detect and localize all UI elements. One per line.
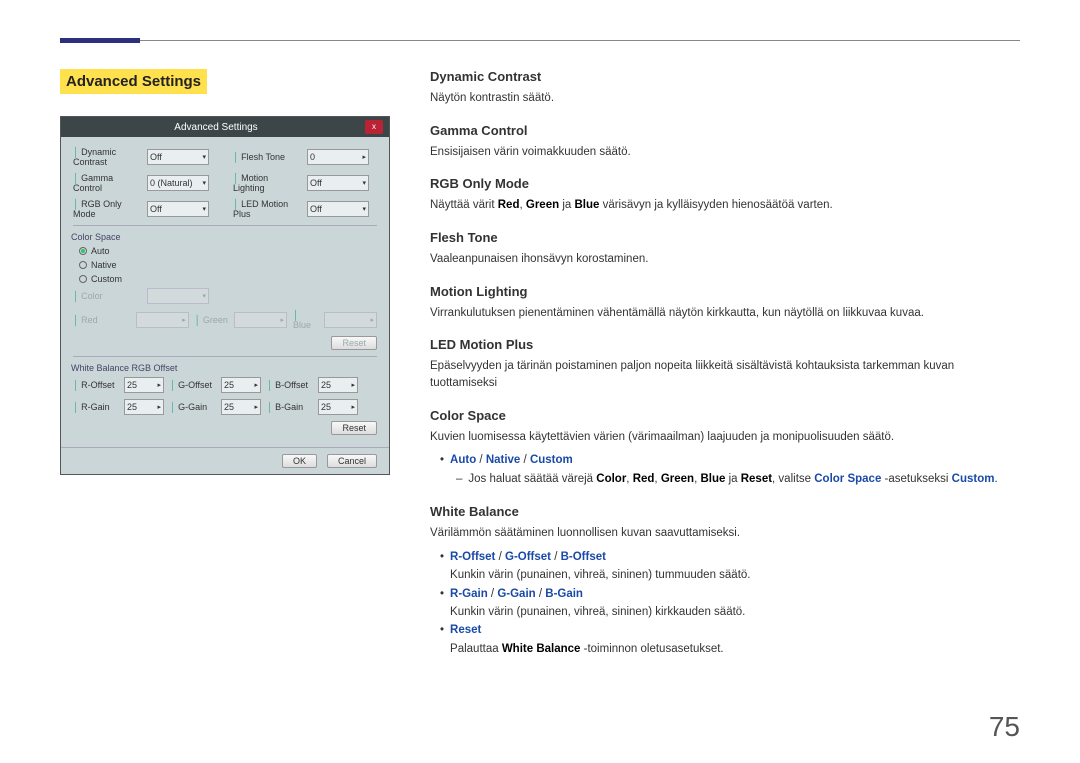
color-space-reset-button: Reset [331,336,377,350]
lbl-r-gain: R-Gain [73,402,118,412]
radio-custom[interactable]: Custom [79,274,377,284]
lbl-rgb-only: RGB Only Mode [73,199,141,219]
d-flesh-tone: Vaaleanpunaisen ihonsävyn korostaminen. [430,251,1020,268]
h-led-motion-plus: LED Motion Plus [430,337,1020,352]
lbl-red: Red [73,315,130,325]
radio-auto[interactable]: Auto [79,246,377,256]
radio-native[interactable]: Native [79,260,377,270]
d-motion-lighting: Virrankulutuksen pienentäminen vähentämä… [430,305,1020,322]
ok-button[interactable]: OK [282,454,317,468]
sel-dynamic-contrast[interactable]: Off▾ [147,149,209,165]
row-wb-gain: R-Gain 25▸ G-Gain 25▸ B-Gain 25▸ [73,399,377,415]
row-dynamic-contrast: Dynamic Contrast Off▾ Flesh Tone 0▸ [73,147,377,167]
chevron-right-icon: ▸ [362,153,366,161]
radio-dot-icon [79,247,87,255]
sel-red: ▸ [136,312,189,328]
d-white-balance: Värilämmön säätäminen luonnollisen kuvan… [430,525,1020,542]
lbl-blue: Blue [293,310,318,330]
lbl-b-gain: B-Gain [267,402,312,412]
sel-g-offset[interactable]: 25▸ [221,377,261,393]
radio-dot-icon [79,261,87,269]
section-label: Advanced Settings [60,69,207,94]
d-gamma-control: Ensisijaisen värin voimakkuuden säätö. [430,144,1020,161]
h-motion-lighting: Motion Lighting [430,284,1020,299]
white-balance-sublist: R-Offset / G-Offset / B-Offset Kunkin vä… [440,548,1020,658]
lbl-led-motion-plus: LED Motion Plus [233,199,301,219]
page-number: 75 [989,711,1020,743]
header-rule [60,38,140,43]
h-color-space: Color Space [430,408,1020,423]
row-wb-offset: R-Offset 25▸ G-Offset 25▸ B-Offset 25▸ [73,377,377,393]
lbl-g-gain: G-Gain [170,402,215,412]
row-rgb-only: RGB Only Mode Off▾ LED Motion Plus Off▾ [73,199,377,219]
sel-r-gain[interactable]: 25▸ [124,399,164,415]
chevron-down-icon: ▾ [362,179,366,187]
row-color-disabled: Color ▾ [73,288,377,304]
lbl-r-offset: R-Offset [73,380,118,390]
chevron-down-icon: ▾ [362,205,366,213]
row-rgb-disabled: Red ▸ Green ▸ Blue ▸ [73,310,377,330]
d-led-motion-plus: Epäselvyyden ja tärinän poistaminen palj… [430,358,1020,391]
h-flesh-tone: Flesh Tone [430,230,1020,245]
lbl-flesh-tone: Flesh Tone [233,152,301,162]
sel-b-gain[interactable]: 25▸ [318,399,358,415]
row-gamma-control: Gamma Control 0 (Natural)▾ Motion Lighti… [73,173,377,193]
chevron-down-icon: ▾ [202,153,206,161]
lbl-green: Green [195,315,228,325]
advanced-settings-dialog: Advanced Settings x Dynamic Contrast Off… [60,116,390,475]
lbl-motion-lighting: Motion Lighting [233,173,301,193]
wb-title: White Balance RGB Offset [71,363,377,373]
sel-r-offset[interactable]: 25▸ [124,377,164,393]
chevron-down-icon: ▾ [202,205,206,213]
lbl-b-offset: B-Offset [267,380,312,390]
sel-b-offset[interactable]: 25▸ [318,377,358,393]
sel-blue: ▸ [324,312,377,328]
dialog-title: Advanced Settings [67,122,365,133]
lbl-dynamic-contrast: Dynamic Contrast [73,147,141,167]
d-dynamic-contrast: Näytön kontrastin säätö. [430,90,1020,107]
h-white-balance: White Balance [430,504,1020,519]
d-color-space: Kuvien luomisessa käytettävien värien (v… [430,429,1020,446]
h-gamma-control: Gamma Control [430,123,1020,138]
lbl-color: Color [73,291,141,301]
d-rgb-only-mode: Näyttää värit Red, Green ja Blue värisäv… [430,197,1020,214]
color-space-title: Color Space [71,232,377,242]
sel-rgb-only[interactable]: Off▾ [147,201,209,217]
color-space-sublist: Auto / Native / Custom Jos haluat säätää… [440,451,1020,488]
h-rgb-only-mode: RGB Only Mode [430,176,1020,191]
cancel-button[interactable]: Cancel [327,454,377,468]
lbl-gamma-control: Gamma Control [73,173,141,193]
sel-motion-lighting[interactable]: Off▾ [307,175,369,191]
close-icon[interactable]: x [365,120,383,134]
lbl-g-offset: G-Offset [170,380,215,390]
sel-color: ▾ [147,288,209,304]
dialog-titlebar: Advanced Settings x [61,117,389,137]
chevron-down-icon: ▾ [202,179,206,187]
wb-reset-button[interactable]: Reset [331,421,377,435]
sel-flesh-tone[interactable]: 0▸ [307,149,369,165]
sel-green: ▸ [234,312,287,328]
sel-gamma-control[interactable]: 0 (Natural)▾ [147,175,209,191]
sel-led-motion-plus[interactable]: Off▾ [307,201,369,217]
radio-dot-icon [79,275,87,283]
h-dynamic-contrast: Dynamic Contrast [430,69,1020,84]
sel-g-gain[interactable]: 25▸ [221,399,261,415]
